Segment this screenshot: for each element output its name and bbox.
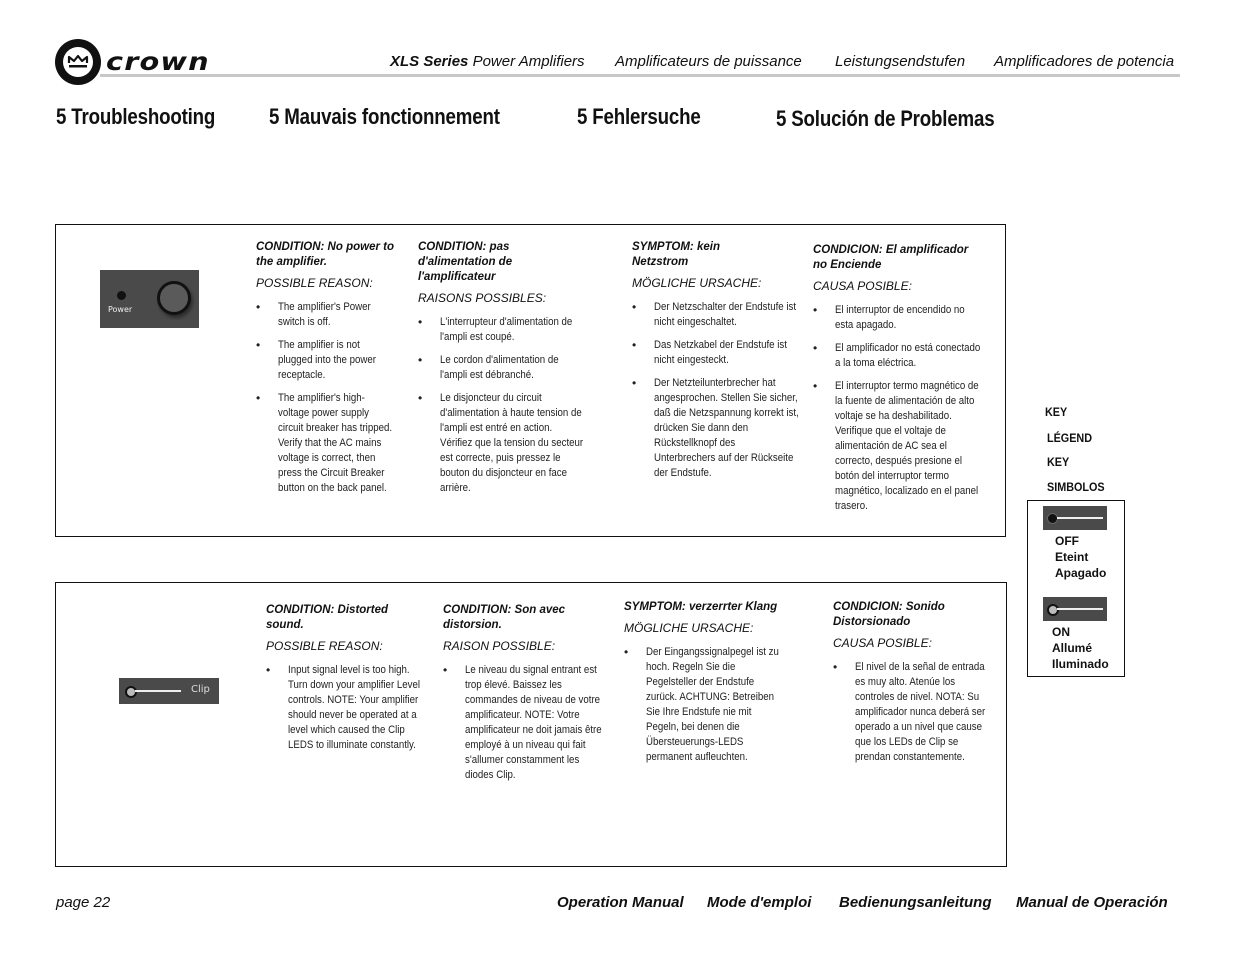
column-en: CONDITION: Distorted sound. POSSIBLE REA… xyxy=(266,603,426,761)
legend-off-labels: OFF Eteint Apagado xyxy=(1055,533,1106,581)
section-title-fr: 5 Mauvais fonctionnement xyxy=(269,104,500,129)
series-bold: XLS Series xyxy=(390,53,469,70)
page-number: page 22 xyxy=(56,894,111,911)
column-de: SYMPTOM: kein Netzstrom MÖGLICHE URSACHE… xyxy=(632,240,800,489)
reason-header: RAISON POSSIBLE: xyxy=(443,639,556,653)
legend-box: OFF Eteint Apagado ON Allumé Iluminado xyxy=(1027,500,1125,677)
power-switch-icon xyxy=(157,281,191,315)
legend-heading-en: KEY xyxy=(1045,405,1068,419)
list-item: Input signal level is too high. Turn dow… xyxy=(266,663,426,753)
column-de: SYMPTOM: verzerrter Klang MÖGLICHE URSAC… xyxy=(624,600,784,773)
series-rest: Power Amplifiers xyxy=(472,53,585,70)
series-french: Amplificateurs de puissance xyxy=(615,53,802,70)
series-title: XLS Series Power Amplifiers xyxy=(390,53,585,70)
list-item: Der Netzschalter der Endstufe ist nicht … xyxy=(632,300,800,330)
reason-header: CAUSA POSIBLE: xyxy=(813,279,912,293)
reason-header: POSSIBLE REASON: xyxy=(256,276,373,290)
column-en: CONDITION: No power to the amplifier. PO… xyxy=(256,240,396,504)
legend-heading-es: SIMBOLOS xyxy=(1047,480,1105,494)
footer-manual-en: Operation Manual xyxy=(557,894,684,911)
clip-led-on-icon xyxy=(125,686,137,698)
list-item: The amplifier is not plugged into the po… xyxy=(256,338,396,383)
power-label: Power xyxy=(108,305,133,314)
footer-manual-fr: Mode d'emploi xyxy=(707,894,812,911)
reason-header: POSSIBLE REASON: xyxy=(266,639,383,653)
legend-off-fr: Eteint xyxy=(1055,550,1089,564)
condition-text: SYMPTOM: verzerrter Klang xyxy=(624,601,778,613)
reason-list: El nivel de la señal de entrada es muy a… xyxy=(833,660,993,765)
reason-list: El interruptor de encendido no esta apag… xyxy=(813,303,983,514)
led-on-icon xyxy=(1047,604,1059,616)
list-item: L'interrupteur d'alimentation de l'ampli… xyxy=(418,315,586,345)
legend-heading-fr: LÉGEND xyxy=(1047,431,1093,445)
legend-on-labels: ON Allumé Iluminado xyxy=(1052,624,1109,672)
condition-text: CONDICION: El amplificador no Enciende xyxy=(813,244,969,271)
list-item: Le niveau du signal entrant est trop éle… xyxy=(443,663,603,783)
crown-logo xyxy=(55,39,101,85)
list-item: El amplificador no está conectado a la t… xyxy=(813,341,983,371)
column-es: CONDICION: Sonido Distorsionado CAUSA PO… xyxy=(833,600,993,773)
power-panel-image: Power xyxy=(100,270,199,328)
list-item: Der Netzteilunterbrecher hat angesproche… xyxy=(632,376,800,481)
section-title-es: 5 Solución de Problemas xyxy=(776,106,995,131)
led-line xyxy=(135,690,181,692)
list-item: The amplifier's Power switch is off. xyxy=(256,300,396,330)
clip-panel-image: Clip xyxy=(119,678,219,704)
reason-list: Der Eingangssignalpegel ist zu hoch. Reg… xyxy=(624,645,784,765)
condition-text: CONDITION: Distorted sound. xyxy=(266,604,389,631)
list-item: The amplifier's high-voltage power suppl… xyxy=(256,391,396,496)
reason-header: CAUSA POSIBLE: xyxy=(833,636,932,650)
legend-heading-de: KEY xyxy=(1047,455,1070,469)
power-led-icon xyxy=(117,291,126,300)
reason-header: RAISONS POSSIBLES: xyxy=(418,291,547,305)
legend-on-es: Iluminado xyxy=(1052,657,1109,671)
list-item: El interruptor de encendido no esta apag… xyxy=(813,303,983,333)
column-fr: CONDITION: Son avec distorsion. RAISON P… xyxy=(443,603,603,791)
condition-text: CONDITION: Son avec distorsion. xyxy=(443,604,566,631)
led-off-icon xyxy=(1047,513,1058,524)
reason-list: Input signal level is too high. Turn dow… xyxy=(266,663,426,753)
header-divider xyxy=(100,74,1180,77)
list-item: Der Eingangssignalpegel ist zu hoch. Reg… xyxy=(624,645,784,765)
list-item: Le cordon d'alimentation de l'ampli est … xyxy=(418,353,586,383)
footer-manual-de: Bedienungsanleitung xyxy=(839,894,992,911)
condition-text: CONDITION: No power to the amplifier. xyxy=(256,241,394,268)
legend-off-es: Apagado xyxy=(1055,566,1107,580)
reason-list: L'interrupteur d'alimentation de l'ampli… xyxy=(418,315,586,496)
list-item: Le disjoncteur du circuit d'alimentation… xyxy=(418,391,586,496)
condition-text: CONDITION: pas d'alimentation de l'ampli… xyxy=(418,241,513,283)
reason-list: Le niveau du signal entrant est trop éle… xyxy=(443,663,603,783)
legend-off-en: OFF xyxy=(1055,534,1079,548)
led-off-swatch xyxy=(1043,506,1107,530)
crown-icon xyxy=(63,47,93,77)
condition-text: SYMPTOM: kein Netzstrom xyxy=(632,241,720,268)
column-fr: CONDITION: pas d'alimentation de l'ampli… xyxy=(418,240,586,504)
list-item: El nivel de la señal de entrada es muy a… xyxy=(833,660,993,765)
reason-list: The amplifier's Power switch is off. The… xyxy=(256,300,396,496)
series-german: Leistungsendstufen xyxy=(835,53,966,70)
list-item: Das Netzkabel der Endstufe ist nicht ein… xyxy=(632,338,800,368)
led-line xyxy=(1057,517,1103,519)
list-item: El interruptor termo magnético de la fue… xyxy=(813,379,983,514)
section-title-de: 5 Fehlersuche xyxy=(577,104,701,129)
led-line xyxy=(1057,608,1103,610)
clip-label: Clip xyxy=(191,684,210,695)
reason-header: MÖGLICHE URSACHE: xyxy=(632,276,762,290)
condition-text: CONDICION: Sonido Distorsionado xyxy=(833,601,945,628)
footer-manual-es: Manual de Operación xyxy=(1016,894,1168,911)
brand-name: crown xyxy=(106,47,210,76)
legend-on-en: ON xyxy=(1052,625,1070,639)
led-on-swatch xyxy=(1043,597,1107,621)
reason-list: Der Netzschalter der Endstufe ist nicht … xyxy=(632,300,800,481)
reason-header: MÖGLICHE URSACHE: xyxy=(624,621,754,635)
series-spanish: Amplificadores de potencia xyxy=(994,53,1175,70)
column-es: CONDICION: El amplificador no Enciende C… xyxy=(813,243,983,522)
section-title-en: 5 Troubleshooting xyxy=(56,104,216,129)
legend-on-fr: Allumé xyxy=(1052,641,1093,655)
